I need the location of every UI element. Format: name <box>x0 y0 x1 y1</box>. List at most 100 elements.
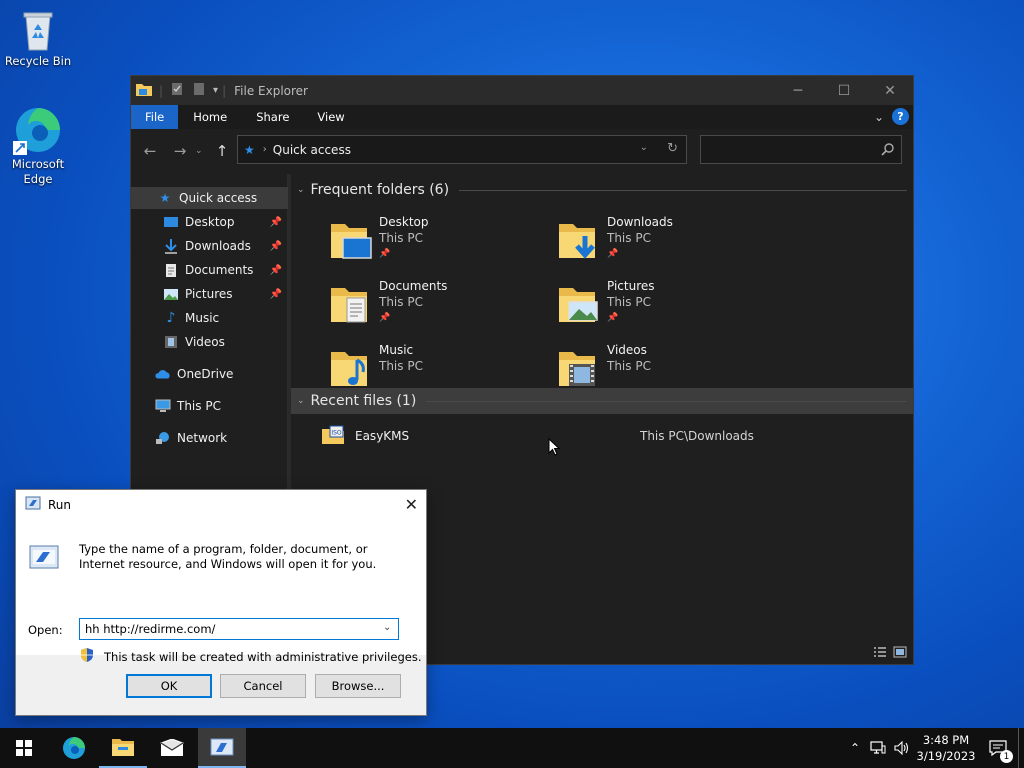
sidebar-item-desktop[interactable]: Desktop 📌 <box>131 211 288 233</box>
sidebar-item-network[interactable]: Network <box>131 427 288 449</box>
notification-center-icon[interactable]: 1 <box>978 740 1018 763</box>
tab-share[interactable]: Share <box>242 105 303 129</box>
desktop-folder-icon <box>329 218 373 262</box>
folder-location: This PC <box>379 359 423 373</box>
music-icon: ♪ <box>166 310 176 326</box>
up-button[interactable]: ↑ <box>207 142 237 160</box>
section-title: Frequent folders (6) <box>310 182 450 198</box>
recent-files-header[interactable]: ⌄ Recent files (1) <box>291 388 913 414</box>
folder-tile-pictures[interactable]: Pictures This PC 📌 <box>557 278 777 334</box>
tab-home[interactable]: Home <box>178 105 242 129</box>
admin-note: This task will be created with administr… <box>104 649 422 664</box>
documents-icon <box>163 262 179 278</box>
desktop-icon-label: Microsoft Edge <box>11 157 65 186</box>
properties-icon[interactable] <box>171 82 183 99</box>
taskbar-file-explorer[interactable] <box>99 728 147 768</box>
taskbar-mail[interactable] <box>148 728 196 768</box>
customize-toolbar-icon[interactable]: ▾ <box>213 85 218 96</box>
computer-icon <box>155 398 171 414</box>
folder-tile-downloads[interactable]: Downloads This PC 📌 <box>557 214 777 270</box>
nav-label: Pictures <box>185 287 233 301</box>
recent-locations-icon[interactable]: ⌄ <box>195 146 207 156</box>
cancel-button[interactable]: Cancel <box>220 674 306 698</box>
sidebar-item-downloads[interactable]: Downloads 📌 <box>131 235 288 257</box>
notification-count-badge: 1 <box>1000 750 1013 763</box>
folder-icon <box>112 739 134 756</box>
back-button[interactable]: ← <box>135 142 165 160</box>
folder-name: Documents <box>379 279 448 293</box>
details-view-icon[interactable] <box>873 646 887 661</box>
frequent-folders-header[interactable]: ⌄ Frequent folders (6) <box>291 177 913 203</box>
network-icon[interactable] <box>866 741 890 755</box>
new-folder-icon[interactable] <box>193 82 205 99</box>
taskbar-run[interactable] <box>198 728 246 768</box>
refresh-icon[interactable]: ↻ <box>667 141 678 156</box>
system-tray: ⌃ 3:48 PM 3/19/2023 1 <box>844 728 1024 768</box>
desktop-icon-recycle-bin[interactable]: Recycle Bin <box>0 8 76 69</box>
close-button[interactable]: ✕ <box>867 76 913 105</box>
help-button[interactable]: ? <box>892 108 909 125</box>
run-icon <box>25 496 41 513</box>
list-item[interactable]: ISO EasyKMS This PC\Downloads <box>321 424 881 448</box>
search-icon <box>881 142 895 159</box>
run-body: Type the name of a program, folder, docu… <box>16 519 426 664</box>
taskbar: ⌃ 3:48 PM 3/19/2023 1 <box>0 728 1024 768</box>
open-input[interactable] <box>79 618 399 640</box>
chevron-up-icon[interactable]: ⌃ <box>844 741 866 755</box>
run-titlebar[interactable]: Run ✕ <box>16 490 426 519</box>
nav-label: This PC <box>177 399 221 413</box>
large-icons-view-icon[interactable] <box>893 646 907 661</box>
folder-tile-desktop[interactable]: Desktop This PC 📌 <box>329 214 549 270</box>
folder-name: Pictures <box>607 279 655 293</box>
desktop-icon-edge[interactable]: Microsoft Edge <box>0 105 76 187</box>
sidebar-item-onedrive[interactable]: OneDrive <box>131 363 288 385</box>
section-collapse-icon: ⌄ <box>297 396 305 406</box>
browse-button[interactable]: Browse... <box>315 674 401 698</box>
taskbar-edge[interactable] <box>50 728 98 768</box>
quick-access-star-icon: ★ <box>159 191 171 205</box>
sidebar-item-music[interactable]: ♪ Music <box>131 307 288 329</box>
volume-icon[interactable] <box>890 741 914 755</box>
forward-button[interactable]: → <box>165 142 195 160</box>
documents-folder-icon <box>329 282 373 326</box>
pin-icon: 📌 <box>607 313 619 323</box>
expand-ribbon-icon[interactable]: ⌄ <box>874 110 884 124</box>
sidebar-item-pictures[interactable]: Pictures 📌 <box>131 283 288 305</box>
mail-icon <box>160 739 184 756</box>
minimize-button[interactable]: ─ <box>775 76 821 105</box>
desktop-icon <box>163 214 179 230</box>
sidebar-item-documents[interactable]: Documents 📌 <box>131 259 288 281</box>
chevron-down-icon[interactable]: ⌄ <box>383 622 391 633</box>
tab-view[interactable]: View <box>303 105 358 129</box>
svg-text:ISO: ISO <box>331 429 342 436</box>
edge-icon <box>13 105 63 155</box>
address-history-icon[interactable]: ⌄ <box>640 142 648 153</box>
breadcrumb-separator-icon: › <box>262 144 267 155</box>
run-title: Run <box>48 497 72 512</box>
breadcrumb[interactable]: Quick access <box>273 143 351 157</box>
run-program-icon <box>28 543 60 574</box>
ok-button[interactable]: OK <box>126 674 212 698</box>
sidebar-item-this-pc[interactable]: This PC <box>131 395 288 417</box>
nav-label: Downloads <box>185 239 251 253</box>
clock-date: 3/19/2023 <box>916 749 976 763</box>
pictures-icon <box>163 286 179 302</box>
pin-icon: 📌 <box>269 240 282 252</box>
ribbon: File Home Share View ⌄ ? <box>131 105 913 129</box>
maximize-button[interactable]: ☐ <box>821 76 867 105</box>
explorer-titlebar[interactable]: | ▾ | File Explorer ─ ☐ ✕ <box>131 76 913 105</box>
desktop-icon-label: Recycle Bin <box>4 54 72 68</box>
sidebar-item-videos[interactable]: Videos <box>131 331 288 353</box>
show-desktop-button[interactable] <box>1018 728 1024 768</box>
search-box[interactable] <box>700 135 902 164</box>
run-icon <box>210 738 234 756</box>
tab-file[interactable]: File <box>131 105 179 129</box>
recent-file-location: This PC\Downloads <box>640 429 754 443</box>
address-bar[interactable]: ★ › Quick access ⌄ ↻ <box>237 135 687 164</box>
nav-quick-access[interactable]: ★ Quick access <box>131 187 288 209</box>
nav-label: Music <box>185 311 220 325</box>
clock[interactable]: 3:48 PM 3/19/2023 <box>914 732 978 764</box>
close-button[interactable]: ✕ <box>405 495 418 514</box>
start-button[interactable] <box>0 728 48 768</box>
folder-tile-documents[interactable]: Documents This PC 📌 <box>329 278 549 334</box>
